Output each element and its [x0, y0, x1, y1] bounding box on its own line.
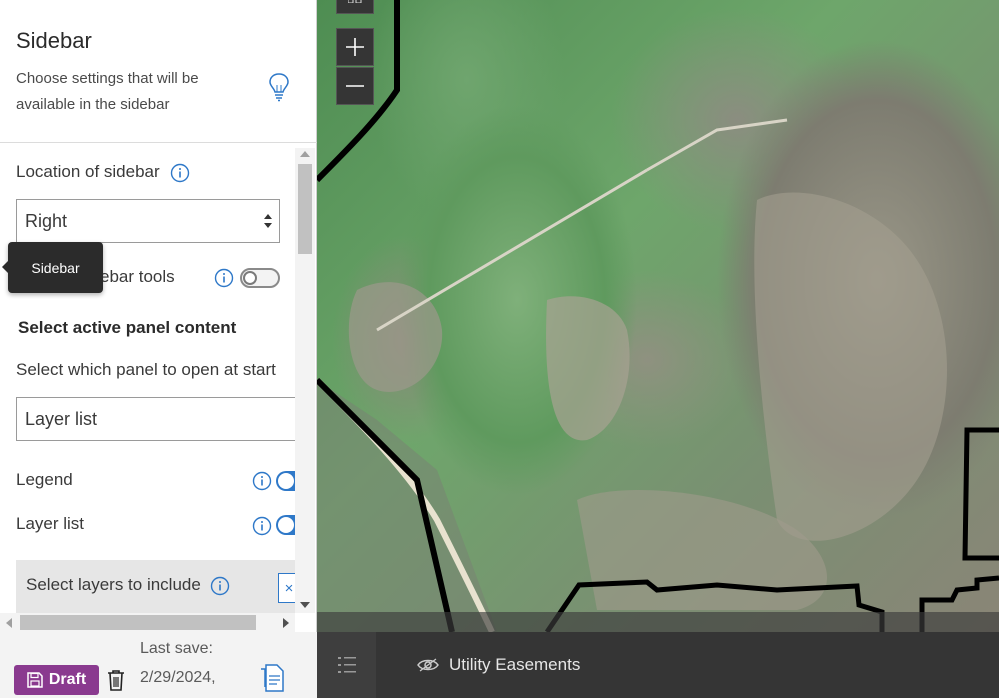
layer-list-toggle[interactable] — [276, 515, 295, 535]
panel-scroll-area[interactable]: Location of sidebar Right ebar tools Sel… — [0, 148, 295, 613]
grid-icon — [348, 0, 362, 3]
draft-button[interactable]: Draft — [14, 665, 99, 695]
info-icon[interactable] — [210, 576, 230, 596]
last-save-label: Last save: — [140, 640, 213, 657]
trash-icon[interactable] — [106, 669, 126, 691]
legend-label: Legend — [16, 470, 73, 489]
scroll-left-arrow[interactable] — [6, 618, 12, 628]
minus-icon — [346, 85, 364, 87]
zoom-out-button[interactable] — [336, 67, 374, 105]
map-imagery — [317, 0, 999, 632]
sidebar-tooltip: Sidebar — [2, 242, 103, 293]
panel-select-value: Layer list — [25, 408, 98, 429]
layer-list-button[interactable] — [317, 632, 376, 698]
document-icon[interactable] — [260, 664, 284, 692]
location-select[interactable]: Right — [16, 199, 280, 243]
location-select-value: Right — [25, 210, 68, 231]
lightbulb-icon[interactable] — [268, 72, 290, 102]
tools-toggle[interactable] — [240, 268, 280, 288]
list-icon — [337, 657, 356, 673]
horizontal-scroll-thumb[interactable] — [20, 615, 256, 630]
save-icon — [27, 672, 43, 688]
select-layers-setting: Select layers to include — [26, 575, 230, 596]
panel-select-label: Select which panel to open at start — [16, 360, 276, 379]
vertical-scrollbar[interactable] — [295, 148, 315, 613]
legend-toggle[interactable] — [276, 471, 295, 491]
select-layers-label: Select layers to include — [26, 575, 201, 594]
eye-icon[interactable] — [417, 658, 439, 672]
layer-name: Utility Easements — [449, 655, 581, 674]
location-label: Location of sidebar — [16, 162, 160, 181]
info-icon[interactable] — [214, 268, 234, 288]
vertical-scroll-thumb[interactable] — [298, 164, 312, 254]
location-setting: Location of sidebar — [16, 162, 190, 183]
map-bottom-strip — [317, 612, 999, 632]
last-save-date: 2/29/2024, — [140, 669, 216, 686]
info-icon[interactable] — [170, 163, 190, 183]
map-toolbar-button[interactable] — [336, 0, 374, 14]
plus-icon — [346, 38, 364, 56]
close-button[interactable]: × — [278, 573, 295, 603]
bottom-bar: Utility Easements — [317, 632, 999, 698]
app-root: Utility Easements Sidebar Choose setting… — [0, 0, 999, 698]
panel-title: Sidebar — [16, 28, 92, 53]
select-layers-box: Select layers to include × — [16, 560, 295, 613]
layer-visibility-item[interactable]: Utility Easements — [417, 632, 580, 698]
info-icon[interactable] — [252, 471, 272, 491]
layer-list-label: Layer list — [16, 514, 85, 533]
scroll-right-arrow[interactable] — [283, 618, 289, 628]
toggle-knob — [278, 473, 294, 489]
tools-label: ebar tools — [100, 267, 175, 286]
info-icon[interactable] — [252, 516, 272, 536]
map-view[interactable] — [317, 0, 999, 632]
panel-header: Sidebar Choose settings that will be ava… — [0, 0, 317, 143]
panel-description: Choose settings that will be available i… — [16, 70, 199, 113]
sort-arrows-icon — [264, 214, 272, 228]
settings-panel: Sidebar Choose settings that will be ava… — [0, 0, 317, 632]
toggle-knob — [278, 517, 294, 533]
panel-select[interactable]: Layer list — [16, 397, 295, 441]
toggle-knob — [243, 271, 257, 285]
horizontal-scrollbar[interactable] — [0, 613, 295, 632]
zoom-in-button[interactable] — [336, 28, 374, 66]
scroll-up-arrow[interactable] — [300, 151, 310, 157]
section-heading: Select active panel content — [18, 318, 237, 337]
tooltip-text: Sidebar — [31, 259, 80, 276]
scroll-down-arrow[interactable] — [300, 602, 310, 608]
draft-label: Draft — [48, 671, 87, 688]
close-icon: × — [284, 579, 294, 597]
